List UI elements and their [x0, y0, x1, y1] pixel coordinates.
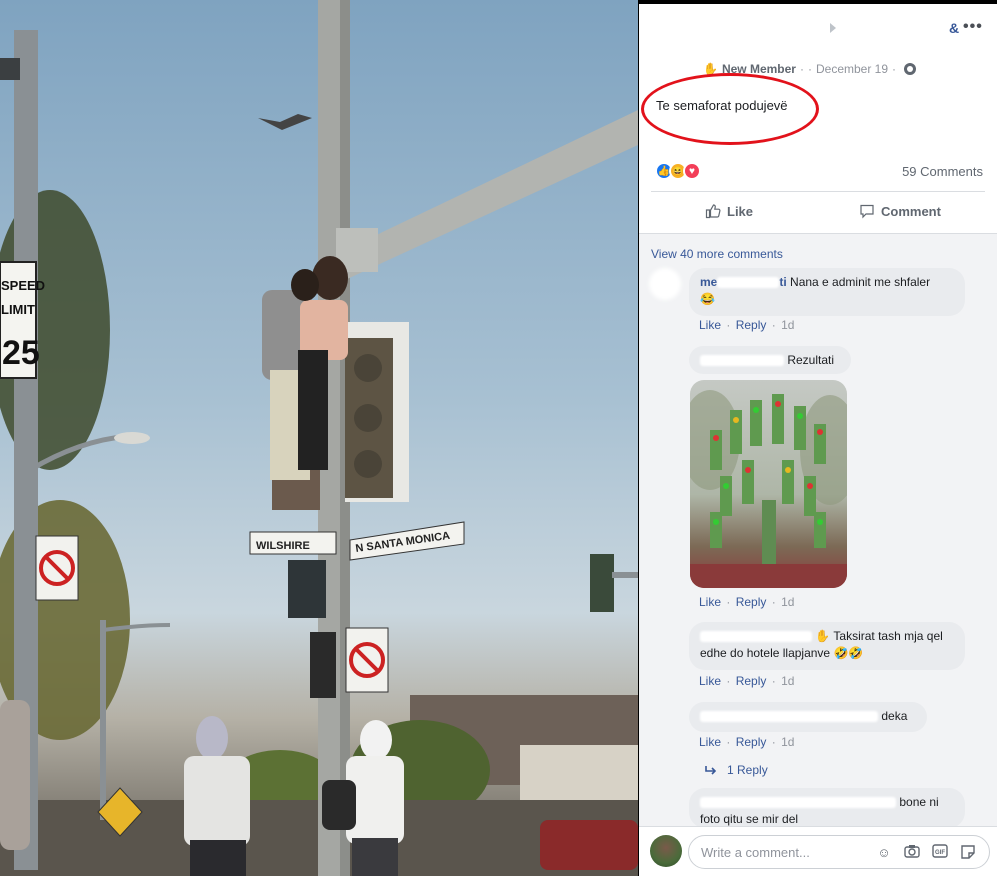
comment-actions: Like · Reply · 1d: [699, 318, 796, 332]
gif-icon[interactable]: GIF: [931, 844, 949, 862]
comment-time[interactable]: 1d: [781, 674, 794, 688]
view-more-comments-link[interactable]: View 40 more comments: [651, 247, 783, 261]
share-ampersand[interactable]: &: [949, 20, 959, 36]
dot-separator: ·: [726, 674, 731, 688]
comment-text: bone ni: [899, 795, 939, 809]
like-button[interactable]: Like: [705, 203, 753, 219]
comment-bubble: Rezultati: [689, 346, 851, 374]
view-replies-link[interactable]: 1 Reply: [705, 763, 768, 777]
redacted-name: [700, 355, 784, 367]
reply-count: 1 Reply: [727, 763, 768, 777]
comment-time[interactable]: 1d: [781, 595, 794, 609]
comment-actions: Like · Reply · 1d: [699, 735, 796, 749]
meta-separator: ·: [807, 62, 812, 76]
dot-separator: ·: [771, 735, 776, 749]
comment-icon: [860, 204, 874, 219]
top-border: [639, 0, 997, 4]
dot-separator: ·: [726, 735, 731, 749]
comment-like-link[interactable]: Like: [699, 318, 721, 332]
comment-text: deka: [881, 709, 908, 723]
meta-separator: ·: [892, 62, 897, 76]
comment-composer: Write a comment... ☺ GIF: [639, 826, 997, 876]
comment-bubble: ✋ Taksirat tash mja qel edhe do hotele l…: [689, 622, 965, 670]
redacted-name: [717, 277, 780, 289]
wave-hand-icon: ✋: [815, 629, 831, 643]
red-highlight-circle: [641, 73, 819, 145]
emoji-picker-icon[interactable]: ☺: [875, 844, 893, 862]
comment-text: Nana e adminit me shfaler: [790, 275, 931, 289]
comment-time[interactable]: 1d: [781, 318, 794, 332]
commenter-name-tail[interactable]: ti: [779, 275, 786, 289]
my-avatar[interactable]: [650, 835, 682, 867]
comment-reply-link[interactable]: Reply: [736, 595, 767, 609]
collapse-arrow-icon[interactable]: [830, 23, 836, 33]
street-sign-wilshire: WILSHIRE: [256, 540, 310, 552]
dot-separator: ·: [726, 595, 731, 609]
commenter-avatar[interactable]: [649, 268, 681, 300]
more-options-button[interactable]: •••: [963, 18, 983, 36]
comment-placeholder: Write a comment...: [701, 845, 810, 860]
comment-image-traffic-light-tree[interactable]: [690, 380, 847, 588]
comment-text: Rezultati: [787, 353, 835, 367]
dot-separator: ·: [771, 318, 776, 332]
camera-icon[interactable]: [903, 844, 921, 862]
comment-reply-link[interactable]: Reply: [736, 674, 767, 688]
comment-reply-link[interactable]: Reply: [736, 318, 767, 332]
comment-bubble: bone ni foto qitu se mir del: [689, 788, 965, 828]
dot-separator: ·: [771, 595, 776, 609]
emoji-laugh: 😂: [700, 292, 715, 306]
post-sidebar: & ••• ✋ New Member · · December 19 · Te …: [639, 0, 997, 876]
post-date[interactable]: December 19: [816, 62, 888, 76]
comment-time[interactable]: 1d: [781, 735, 794, 749]
redacted-name: [700, 711, 878, 723]
redacted-name: [700, 631, 812, 643]
comment-reply-link[interactable]: Reply: [736, 735, 767, 749]
emoji-rofl: 🤣🤣: [833, 646, 864, 660]
commenter-name[interactable]: me: [700, 275, 717, 289]
comment-bubble: deka: [689, 702, 927, 732]
divider: [651, 191, 985, 192]
comment-like-link[interactable]: Like: [699, 735, 721, 749]
thumbs-up-icon: [705, 204, 721, 219]
privacy-group-icon[interactable]: [904, 63, 917, 75]
dot-separator: ·: [771, 674, 776, 688]
reaction-summary[interactable]: 👍 😆 ♥: [655, 162, 701, 180]
comment-like-link[interactable]: Like: [699, 674, 721, 688]
comment-bubble: me ti Nana e adminit me shfaler 😂: [689, 268, 965, 316]
comment-button[interactable]: Comment: [859, 203, 941, 219]
comment-text-continued: foto qitu se mir del: [700, 812, 799, 826]
sticker-icon[interactable]: [959, 844, 977, 862]
reply-arrow-icon: [705, 766, 717, 775]
comment-button-label: Comment: [881, 203, 941, 219]
meta-separator: ·: [799, 62, 804, 76]
speed-sign-value: 25: [2, 334, 40, 372]
comment-actions: Like · Reply · 1d: [699, 674, 796, 688]
like-button-label: Like: [727, 203, 754, 219]
comment-actions: Like · Reply · 1d: [699, 595, 796, 609]
post-photo[interactable]: SPEED LIMIT 25 WILSHIRE N SANTA MONICA: [0, 0, 638, 876]
photo-scene: SPEED LIMIT 25 WILSHIRE N SANTA MONICA: [0, 0, 638, 876]
svg-text:GIF: GIF: [935, 850, 945, 856]
write-comment-input[interactable]: Write a comment... ☺ GIF: [688, 835, 990, 869]
love-reaction-icon: ♥: [683, 162, 701, 180]
redacted-name: [700, 797, 896, 809]
traffic-light-tree-illustration: [690, 390, 847, 588]
speed-sign-mid: LIMIT: [1, 302, 35, 317]
dot-separator: ·: [726, 318, 731, 332]
speed-sign-top: SPEED: [1, 278, 45, 293]
comment-like-link[interactable]: Like: [699, 595, 721, 609]
comment-count[interactable]: 59 Comments: [902, 164, 983, 179]
